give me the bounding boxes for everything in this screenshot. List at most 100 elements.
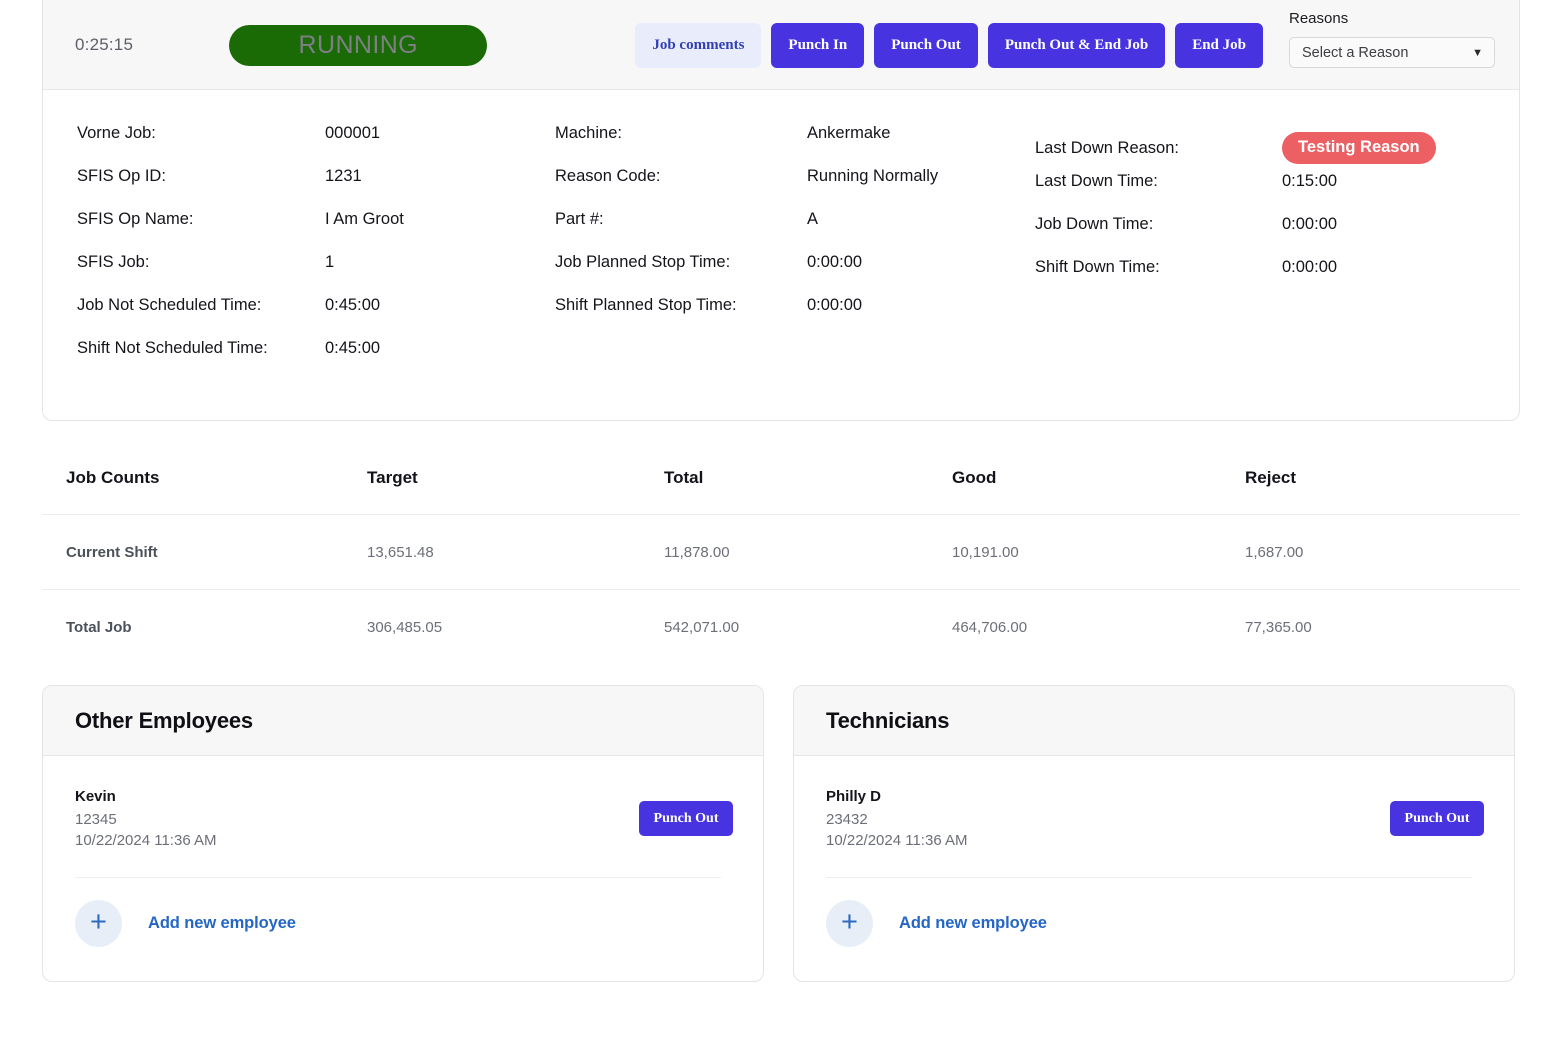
info-value: 0:00:00 <box>807 253 863 271</box>
add-new-employee-button[interactable]: + Add new employee <box>75 900 296 948</box>
plus-icon: + <box>826 900 873 948</box>
info-label: Job Planned Stop Time: <box>555 253 731 271</box>
info-label: Last Down Reason: <box>1035 138 1179 157</box>
info-label: Shift Not Scheduled Time: <box>77 339 268 357</box>
info-label: Part #: <box>555 210 604 228</box>
employee-id: 12345 <box>75 811 117 828</box>
machine-status-pill: RUNNING <box>229 24 488 66</box>
reason-select[interactable]: Select a Reason ▼ <box>1289 37 1495 68</box>
job-status-toolbar: 0:25:15 RUNNING Job comments Punch In Pu… <box>43 0 1519 90</box>
info-value: 0:00:00 <box>1282 215 1338 233</box>
info-label: SFIS Op Name: <box>77 210 194 228</box>
column-header-total: Total <box>664 468 704 487</box>
technician-name: Philly D <box>826 788 882 805</box>
info-value: Ankermake <box>807 124 891 142</box>
info-value: 0:15:00 <box>1282 172 1338 190</box>
divider <box>75 877 721 879</box>
info-label: Shift Planned Stop Time: <box>555 296 737 314</box>
cell-reject: 77,365.00 <box>1245 618 1312 636</box>
technician-id: 23432 <box>826 811 868 828</box>
cell-reject: 1,687.00 <box>1245 543 1304 561</box>
info-row-sfis-op-name: SFIS Op Name: I Am Groot <box>77 210 555 253</box>
job-info-column-3: Last Down Reason: Testing Reason Last Do… <box>1035 124 1465 382</box>
divider <box>826 877 1472 879</box>
info-value: 1231 <box>325 167 362 185</box>
job-info-column-2: Machine: Ankermake Reason Code: Running … <box>555 124 1035 382</box>
chevron-down-icon: ▼ <box>1472 46 1483 59</box>
employee-name: Kevin <box>75 788 116 805</box>
info-row-job-planned-stop-time: Job Planned Stop Time: 0:00:00 <box>555 253 1035 296</box>
job-counts-table: Job Counts Target Total Good Reject Curr… <box>42 442 1520 664</box>
punch-out-and-end-job-button[interactable]: Punch Out & End Job <box>987 22 1166 68</box>
machine-status-label: RUNNING <box>298 30 418 59</box>
info-row-last-down-time: Last Down Time: 0:15:00 <box>1035 172 1465 215</box>
job-comments-button[interactable]: Job comments <box>635 22 762 68</box>
reason-select-value: Select a Reason <box>1302 44 1409 61</box>
info-label: Vorne Job: <box>77 124 156 142</box>
column-header-reject: Reject <box>1245 468 1297 487</box>
technicians-card-header: Technicians <box>794 686 1514 756</box>
elapsed-timer: 0:25:15 <box>75 35 134 54</box>
add-new-technician-label: Add new employee <box>899 914 1047 933</box>
add-new-employee-label: Add new employee <box>148 914 296 933</box>
info-row-sfis-job: SFIS Job: 1 <box>77 253 555 296</box>
last-down-reason-badge: Testing Reason <box>1282 132 1436 164</box>
info-value: 0:00:00 <box>807 296 863 314</box>
punch-out-button[interactable]: Punch Out <box>874 22 978 68</box>
technician-details: Philly D 23432 10/22/2024 11:36 AM <box>826 788 968 851</box>
punch-in-button[interactable]: Punch In <box>771 22 865 68</box>
job-info-card: 0:25:15 RUNNING Job comments Punch In Pu… <box>42 0 1520 421</box>
technicians-card-body: Philly D 23432 10/22/2024 11:36 AM Punch… <box>794 756 1514 948</box>
job-status-page: 0:25:15 RUNNING Job comments Punch In Pu… <box>0 0 1562 1046</box>
toolbar-actions: Job comments Punch In Punch Out Punch Ou… <box>635 22 1263 68</box>
employee-punch-out-button[interactable]: Punch Out <box>639 801 733 836</box>
info-label: Last Down Time: <box>1035 172 1158 190</box>
technicians-card: Technicians Philly D 23432 10/22/2024 11… <box>793 685 1515 982</box>
info-label: Shift Down Time: <box>1035 258 1160 276</box>
info-row-sfis-op-id: SFIS Op ID: 1231 <box>77 167 555 210</box>
other-employees-card-body: Kevin 12345 10/22/2024 11:36 AM Punch Ou… <box>43 756 763 948</box>
cell-target: 306,485.05 <box>367 618 443 636</box>
table-row: Current Shift 13,651.48 11,878.00 10,191… <box>42 514 1520 589</box>
table-header-row: Job Counts Target Total Good Reject <box>42 442 1520 514</box>
info-label: Job Down Time: <box>1035 215 1154 233</box>
info-value: 1 <box>325 253 335 271</box>
column-header-target: Target <box>367 468 418 487</box>
info-row-part-number: Part #: A <box>555 210 1035 253</box>
job-info-column-1: Vorne Job: 000001 SFIS Op ID: 1231 SFIS … <box>77 124 555 382</box>
job-info-grid: Vorne Job: 000001 SFIS Op ID: 1231 SFIS … <box>43 90 1519 420</box>
info-row-machine: Machine: Ankermake <box>555 124 1035 167</box>
info-label: Reason Code: <box>555 167 661 185</box>
cell-total: 542,071.00 <box>664 618 740 636</box>
end-job-button[interactable]: End Job <box>1175 22 1263 68</box>
technician-list-item: Philly D 23432 10/22/2024 11:36 AM Punch… <box>826 788 1484 851</box>
info-value: I Am Groot <box>325 210 404 228</box>
info-row-shift-not-scheduled-time: Shift Not Scheduled Time: 0:45:00 <box>77 339 555 382</box>
table-row: Total Job 306,485.05 542,071.00 464,706.… <box>42 589 1520 664</box>
row-label: Total Job <box>66 618 132 636</box>
info-row-job-not-scheduled-time: Job Not Scheduled Time: 0:45:00 <box>77 296 555 339</box>
cell-total: 11,878.00 <box>664 543 730 561</box>
column-header-job-counts: Job Counts <box>66 468 160 487</box>
info-value: 0:00:00 <box>1282 258 1338 276</box>
add-new-technician-button[interactable]: + Add new employee <box>826 900 1047 948</box>
plus-icon: + <box>75 900 122 948</box>
other-employees-card: Other Employees Kevin 12345 10/22/2024 1… <box>42 685 764 982</box>
info-value: 000001 <box>325 124 381 142</box>
info-label: Job Not Scheduled Time: <box>77 296 262 314</box>
row-label: Current Shift <box>66 543 158 561</box>
cell-target: 13,651.48 <box>367 543 434 561</box>
employee-list-item: Kevin 12345 10/22/2024 11:36 AM Punch Ou… <box>75 788 733 851</box>
column-header-good: Good <box>952 468 997 487</box>
info-value: 0:45:00 <box>325 296 381 314</box>
info-row-last-down-reason: Last Down Reason: Testing Reason <box>1035 124 1465 172</box>
info-value: 0:45:00 <box>325 339 381 357</box>
info-row-shift-planned-stop-time: Shift Planned Stop Time: 0:00:00 <box>555 296 1035 339</box>
employee-punch-in-time: 10/22/2024 11:36 AM <box>75 831 217 849</box>
cell-good: 464,706.00 <box>952 618 1028 636</box>
info-row-job-down-time: Job Down Time: 0:00:00 <box>1035 215 1465 258</box>
info-label: SFIS Op ID: <box>77 167 166 185</box>
info-row-vorne-job: Vorne Job: 000001 <box>77 124 555 167</box>
info-row-reason-code: Reason Code: Running Normally <box>555 167 1035 210</box>
technician-punch-out-button[interactable]: Punch Out <box>1390 801 1484 836</box>
